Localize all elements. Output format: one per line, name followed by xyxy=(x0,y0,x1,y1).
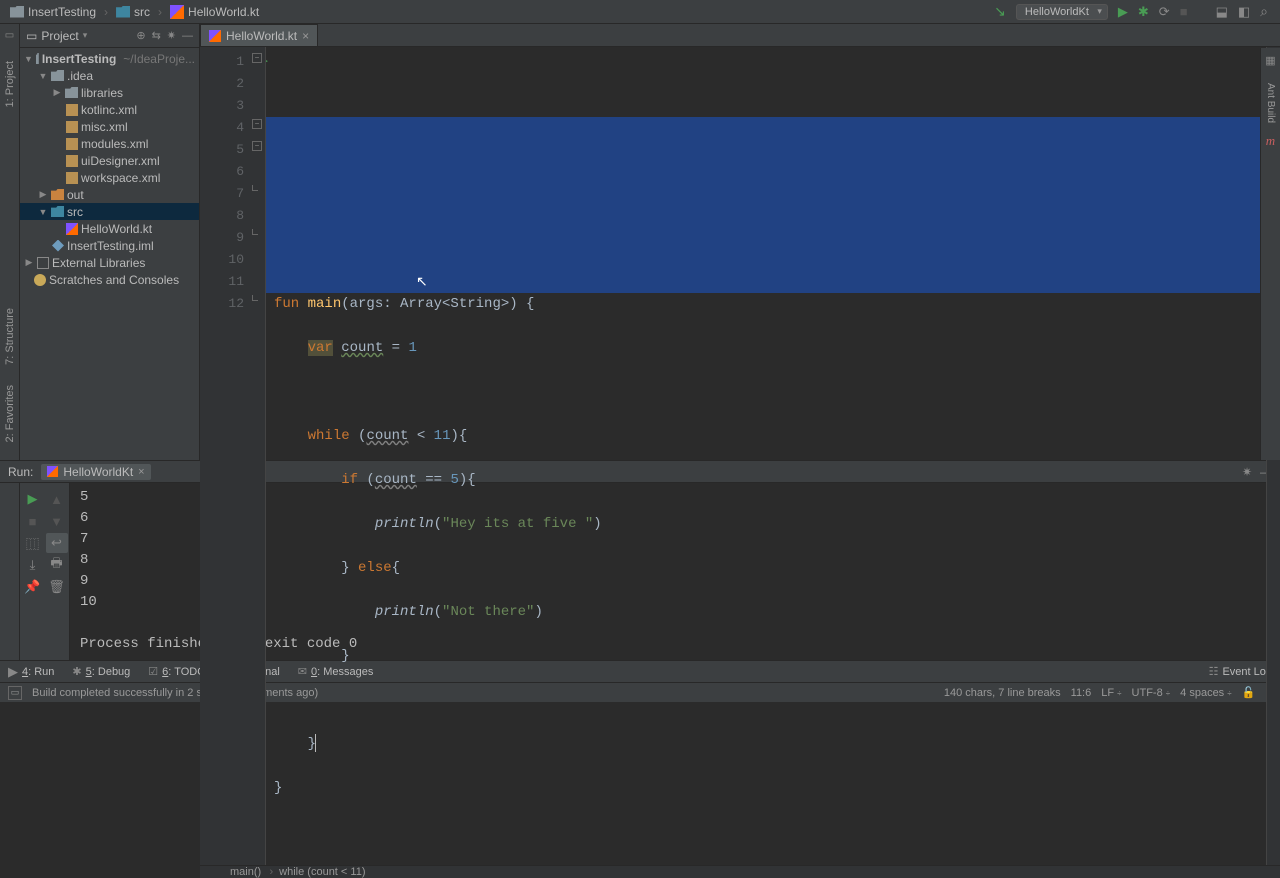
text-cursor xyxy=(315,734,316,752)
tree-file[interactable]: uiDesigner.xml xyxy=(20,152,199,169)
layout-icon[interactable]: ⿲ xyxy=(22,533,44,553)
build-icon[interactable]: ↘ xyxy=(994,3,1006,20)
ant-build-label[interactable]: Ant Build xyxy=(1265,83,1276,123)
breadcrumb-while[interactable]: while (count < 11) xyxy=(279,866,365,878)
tree-file[interactable]: workspace.xml xyxy=(20,169,199,186)
run-button[interactable]: ▶ xyxy=(1118,4,1128,20)
print-icon[interactable]: 🖶 xyxy=(46,555,68,575)
tree-out[interactable]: ▶ out xyxy=(20,186,199,203)
run-configuration-dropdown[interactable]: HelloWorldKt xyxy=(1016,4,1108,20)
tree-external-libraries[interactable]: ▶ External Libraries xyxy=(20,254,199,271)
editor-line-gutter: ▶ 1 2 3 4 5 6 7 8 9 10 11 12 xyxy=(200,47,250,865)
breadcrumb-main[interactable]: main() xyxy=(230,866,261,878)
folder-icon xyxy=(10,6,24,18)
debug-tool-tab[interactable]: ✱ 5: Debug xyxy=(72,665,130,678)
run-left-gutter xyxy=(0,483,20,660)
tree-iml[interactable]: InsertTesting.iml xyxy=(20,237,199,254)
project-tool-button[interactable]: ▭ xyxy=(5,30,14,41)
rerun-icon[interactable]: ▶ xyxy=(22,489,44,509)
tree-file[interactable]: kotlinc.xml xyxy=(20,101,199,118)
tree-scratches[interactable]: Scratches and Consoles xyxy=(20,271,199,288)
todo-tool-tab[interactable]: ☑ 6: TODO xyxy=(148,665,206,678)
project-tool-label[interactable]: 1: Project xyxy=(4,61,16,107)
debug-button[interactable]: ✱ xyxy=(1138,4,1149,20)
fold-marker[interactable]: − xyxy=(252,141,262,151)
tree-src[interactable]: ▼ src xyxy=(20,203,199,220)
close-icon[interactable]: × xyxy=(138,466,144,478)
pin-icon[interactable]: 📌 xyxy=(22,577,44,597)
softwrap-icon[interactable]: ↩ xyxy=(46,533,68,553)
project-panel-title[interactable]: ▭ Project ▾ xyxy=(26,29,130,43)
stop-icon[interactable]: ■ xyxy=(1180,4,1188,19)
kotlin-file-icon xyxy=(47,466,58,477)
project-icon: ▭ xyxy=(26,29,37,43)
kotlin-file-icon xyxy=(170,5,184,19)
fold-end xyxy=(252,295,258,301)
favorites-tool-label[interactable]: 2: Favorites xyxy=(4,385,16,442)
coverage-icon[interactable]: ⟳ xyxy=(1159,4,1170,20)
stop-icon[interactable]: ■ xyxy=(22,511,44,531)
editor-breadcrumb: main() while (count < 11) xyxy=(200,865,1280,878)
tree-libraries[interactable]: ▶ libraries xyxy=(20,84,199,101)
run-tab[interactable]: HelloWorldKt × xyxy=(41,464,150,480)
status-box-icon[interactable]: ▭ xyxy=(8,686,22,700)
editor-tab-helloworld[interactable]: HelloWorld.kt × xyxy=(200,24,318,46)
hide-icon[interactable]: — xyxy=(182,30,193,42)
chevron-right-icon: › xyxy=(104,5,108,19)
left-tool-gutter: ▭ 1: Project 7: Structure 2: Favorites xyxy=(0,24,20,460)
project-panel: ▭ Project ▾ ⊕ ⇆ ✷ — ▼ InsertTesting ~/Id… xyxy=(20,24,200,460)
fold-marker[interactable]: − xyxy=(252,53,262,63)
collapse-icon[interactable]: ⇆ xyxy=(152,29,161,42)
tree-file[interactable]: modules.xml xyxy=(20,135,199,152)
fold-column: − − − xyxy=(250,47,266,865)
code-editor[interactable]: fun main(args: Array<String>) { var coun… xyxy=(266,47,1266,865)
breadcrumb-file[interactable]: HelloWorld.kt xyxy=(166,3,263,21)
run-panel-title: Run: xyxy=(8,465,33,479)
editor-area: HelloWorld.kt × ▶ 1 2 3 4 5 6 7 8 9 10 1… xyxy=(200,24,1280,460)
ant-icon[interactable]: ▦ xyxy=(1265,54,1275,67)
update-icon[interactable]: ⬓ xyxy=(1216,4,1228,20)
chevron-right-icon: › xyxy=(158,5,162,19)
settings-icon[interactable]: ◧ xyxy=(1238,4,1250,20)
tree-root[interactable]: ▼ InsertTesting ~/IdeaProje... xyxy=(20,50,199,67)
project-tree: ▼ InsertTesting ~/IdeaProje... ▼ .idea ▶… xyxy=(20,48,199,460)
settings-icon[interactable]: ✷ xyxy=(167,29,176,42)
down-icon[interactable]: ▼ xyxy=(46,511,68,531)
folder-icon xyxy=(116,6,130,18)
fold-marker[interactable]: − xyxy=(252,119,262,129)
scroll-icon[interactable]: ⤓ xyxy=(22,555,44,575)
tree-idea[interactable]: ▼ .idea xyxy=(20,67,199,84)
fold-end xyxy=(252,229,258,235)
editor-tab-bar: HelloWorld.kt × xyxy=(200,24,1280,47)
close-tab-icon[interactable]: × xyxy=(302,29,309,43)
trash-icon[interactable]: 🗑 xyxy=(46,577,68,597)
tree-helloworld[interactable]: HelloWorld.kt xyxy=(20,220,199,237)
locate-icon[interactable]: ⊕ xyxy=(136,29,145,42)
breadcrumb: InsertTesting › src › HelloWorld.kt xyxy=(6,3,994,21)
fold-end xyxy=(252,185,258,191)
kotlin-file-icon xyxy=(209,30,221,42)
tree-file[interactable]: misc.xml xyxy=(20,118,199,135)
structure-tool-label[interactable]: 7: Structure xyxy=(4,308,16,365)
up-icon[interactable]: ▲ xyxy=(46,489,68,509)
run-tool-tab[interactable]: ▶ 4: Run xyxy=(8,664,54,680)
maven-icon[interactable]: m xyxy=(1266,133,1275,149)
breadcrumb-src[interactable]: src xyxy=(112,3,154,21)
search-icon[interactable]: ⌕ xyxy=(1260,3,1268,20)
breadcrumb-project[interactable]: InsertTesting xyxy=(6,3,100,21)
run-toolbar: ▶ ▲ ■ ▼ ⿲ ↩ ⤓ 🖶 📌 🗑 xyxy=(20,483,70,660)
